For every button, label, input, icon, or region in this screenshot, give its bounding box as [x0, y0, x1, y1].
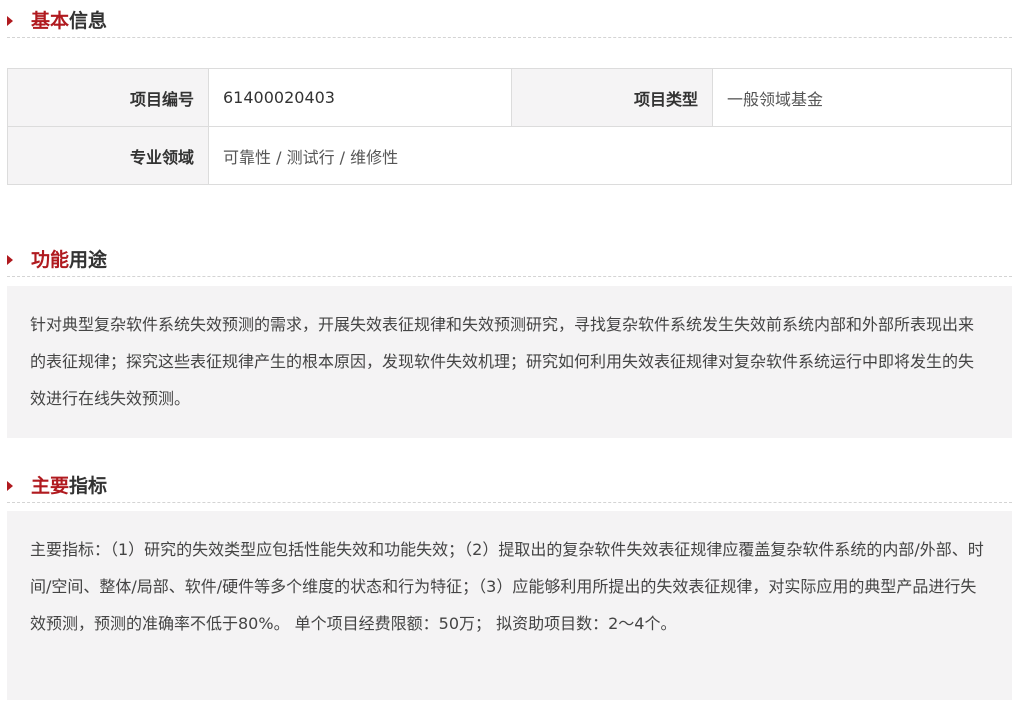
section-header-basic-info: 基本信息	[7, 7, 1012, 38]
triangle-bullet-icon	[7, 16, 13, 26]
section-title: 功能用途	[31, 249, 108, 271]
function-description: 针对典型复杂软件系统失效预测的需求，开展失效表征规律和失效预测研究，寻找复杂软件…	[7, 286, 1012, 438]
table-row: 项目编号 61400020403 项目类型 一般领域基金	[7, 68, 1012, 127]
value-project-type: 一般领域基金	[712, 68, 1012, 127]
section-header-function: 功能用途	[7, 246, 1012, 277]
section-header-indicators: 主要指标	[7, 472, 1012, 503]
table-row: 专业领域 可靠性 / 测试行 / 维修性	[7, 126, 1012, 185]
triangle-bullet-icon	[7, 481, 13, 491]
section-title: 基本信息	[31, 10, 108, 32]
value-field: 可靠性 / 测试行 / 维修性	[208, 126, 1012, 185]
label-project-number: 项目编号	[7, 68, 209, 127]
label-field: 专业领域	[7, 126, 209, 185]
indicators-description: 主要指标：（1）研究的失效类型应包括性能失效和功能失效；（2）提取出的复杂软件失…	[7, 511, 1012, 700]
basic-info-table: 项目编号 61400020403 项目类型 一般领域基金 专业领域 可靠性 / …	[7, 68, 1012, 185]
triangle-bullet-icon	[7, 255, 13, 265]
label-project-type: 项目类型	[511, 68, 713, 127]
value-project-number: 61400020403	[208, 68, 512, 127]
section-title: 主要指标	[31, 475, 108, 497]
